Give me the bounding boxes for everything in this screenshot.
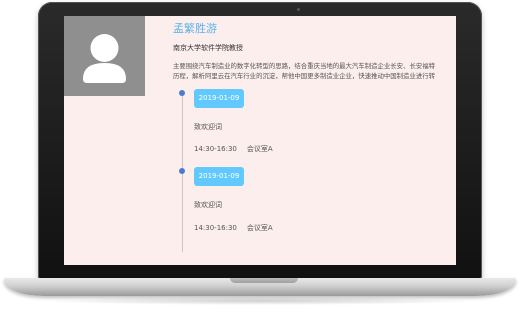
- date-badge: 2019-01-09: [194, 89, 244, 108]
- timeline-dot: [179, 168, 185, 174]
- timeline-time: 14:30-16:30 会议室A: [194, 223, 273, 233]
- avatar: [64, 16, 145, 96]
- date-badge: 2019-01-09: [194, 167, 244, 186]
- laptop-shadow: [40, 297, 480, 305]
- time-range: 14:30-16:30: [194, 145, 237, 153]
- timeline-time: 14:30-16:30 会议室A: [194, 144, 273, 154]
- laptop-base: [4, 278, 516, 296]
- room-label: 会议室A: [246, 224, 273, 232]
- timeline-title: 致欢迎词: [194, 123, 222, 131]
- user-icon: [83, 34, 126, 83]
- camera-icon: [297, 8, 300, 11]
- time-range: 14:30-16:30: [194, 224, 237, 232]
- speaker-position: 南京大学软件学院教授: [173, 44, 243, 52]
- timeline-dot: [179, 90, 185, 96]
- bio-line: 主要围绕汽车制造业的数字化转型的思路，结合重庆当地的最大汽车制造企业长安、长安福…: [173, 62, 436, 70]
- speaker-bio: 主要围绕汽车制造业的数字化转型的思路，结合重庆当地的最大汽车制造企业长安、长安福…: [173, 61, 456, 81]
- timeline-title: 致欢迎词: [194, 201, 222, 209]
- laptop-screen: 孟繁胜游 南京大学软件学院教授 主要围绕汽车制造业的数字化转型的思路，结合重庆当…: [64, 16, 456, 265]
- laptop-notch: [230, 278, 298, 283]
- bio-line: 历程，解析阿里云在汽车行业的沉淀，帮他中国更多制造业企业，快速推动中国制造业进行…: [173, 72, 436, 80]
- room-label: 会议室A: [246, 145, 273, 153]
- speaker-name: 孟繁胜游: [173, 22, 217, 35]
